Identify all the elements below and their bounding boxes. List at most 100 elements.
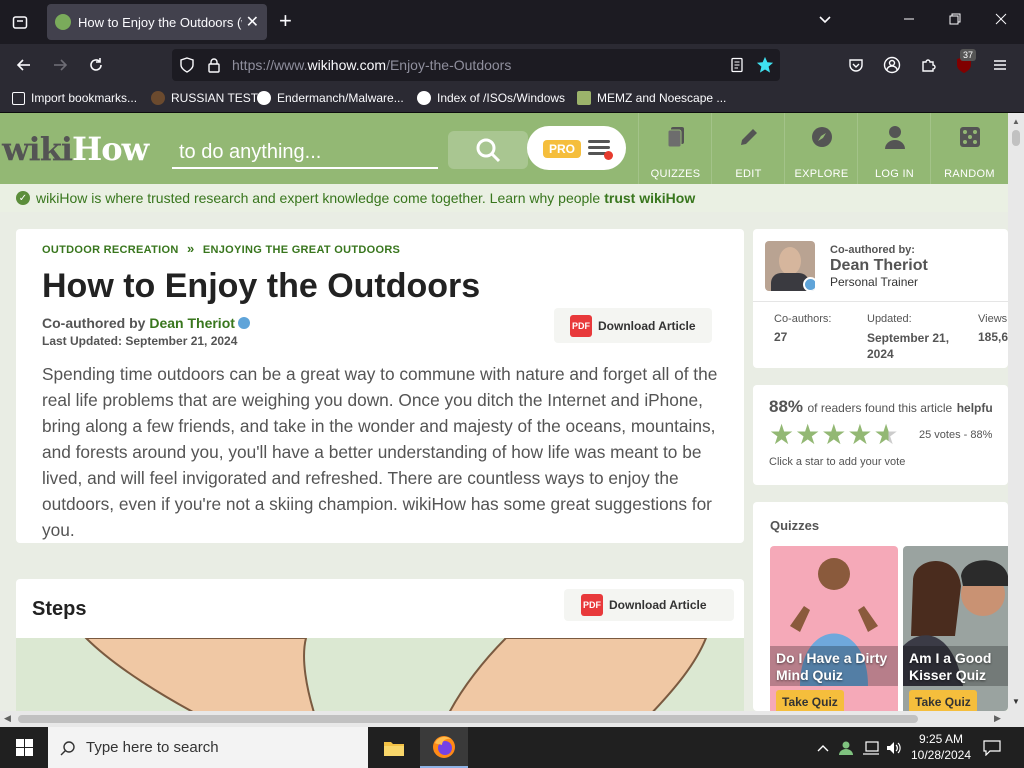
reader-view-icon[interactable] (729, 57, 745, 73)
pdf-icon: PDF (581, 594, 603, 616)
scroll-left-icon[interactable]: ◀ (4, 713, 11, 724)
vertical-scroll-thumb[interactable] (1012, 130, 1020, 146)
back-button[interactable] (12, 53, 36, 77)
forward-arrow-icon (54, 59, 68, 71)
network-tray-icon[interactable] (860, 727, 882, 768)
lock-icon[interactable] (206, 57, 222, 73)
quiz-card-dirty-mind[interactable]: Do I Have a Dirty Mind Quiz Take Quiz (770, 546, 898, 711)
pro-badge: PRO (543, 140, 581, 158)
windows-logo-icon (15, 739, 33, 756)
breadcrumb-enjoying-outdoors[interactable]: ENJOYING THE GREAT OUTDOORS (203, 244, 400, 256)
ublock-extension-button[interactable]: 37 (952, 49, 977, 77)
reload-button[interactable] (84, 53, 108, 77)
verified-badge-icon (237, 317, 250, 329)
file-explorer-taskbar-button[interactable] (370, 727, 418, 768)
firefox-taskbar-button[interactable] (420, 727, 468, 768)
nav-quizzes[interactable]: QUIZZES (638, 113, 712, 184)
horizontal-scrollbar[interactable]: ◀ ▶ (0, 711, 1008, 727)
bookmark-import[interactable]: Import bookmarks... (12, 91, 137, 105)
take-quiz-button[interactable]: Take Quiz (909, 690, 977, 711)
bookmark-russian-test[interactable]: RUSSIAN TEST (151, 91, 258, 105)
star-icon[interactable]: ★ (821, 421, 846, 449)
step-illustration (16, 637, 744, 711)
pocket-icon (849, 59, 863, 72)
breadcrumb: OUTDOOR RECREATION » ENJOYING THE GREAT … (42, 241, 401, 256)
bookmark-star-icon[interactable] (756, 56, 774, 74)
url-text[interactable]: https://www.wikihow.com/Enjoy-the-Outdoo… (232, 57, 511, 73)
take-quiz-button[interactable]: Take Quiz (776, 690, 844, 711)
nav-random[interactable]: RANDOM (930, 113, 1008, 184)
quiz-card-good-kisser[interactable]: Am I a Good Kisser Quiz Take Quiz (903, 546, 1008, 711)
breadcrumb-outdoor-recreation[interactable]: OUTDOOR RECREATION (42, 244, 179, 256)
restore-button[interactable] (949, 12, 961, 28)
sidebar-author-name[interactable]: Dean Theriot (830, 257, 928, 275)
steps-download-article-button[interactable]: PDF Download Article (564, 589, 734, 621)
people-tray-icon[interactable] (836, 727, 856, 768)
taskbar-clock[interactable]: 9:25 AM 10/28/2024 (906, 731, 976, 763)
star-icon[interactable]: ★ (769, 421, 794, 449)
wikihow-logo[interactable]: wikiHow (2, 130, 149, 168)
address-bar[interactable]: https://www.wikihow.com/Enjoy-the-Outdoo… (172, 49, 780, 81)
download-article-button[interactable]: PDF Download Article (554, 308, 712, 343)
bookmark-isos[interactable]: Index of /ISOs/Windows (417, 91, 565, 105)
new-tab-button[interactable]: + (279, 10, 292, 32)
active-tab[interactable]: How to Enjoy the Outdoors (wit ✕ (47, 4, 267, 40)
scroll-down-icon[interactable]: ▼ (1012, 697, 1020, 706)
author-avatar[interactable] (765, 241, 815, 291)
pocket-button[interactable] (844, 53, 868, 77)
scroll-up-icon[interactable]: ▲ (1012, 117, 1020, 126)
author-link[interactable]: Dean Theriot (149, 315, 235, 331)
tab-list-button[interactable] (8, 10, 32, 34)
search-icon (60, 740, 75, 755)
shield-icon[interactable] (179, 57, 195, 73)
notifications-button[interactable] (980, 727, 1004, 768)
start-button[interactable] (0, 727, 48, 768)
app-menu-button[interactable] (988, 53, 1012, 77)
user-status-icon (839, 741, 853, 755)
helpful-rating: 88% of readers found this article helpfu (769, 397, 993, 416)
pdf-icon: PDF (570, 314, 592, 337)
search-button[interactable] (448, 131, 528, 169)
extensions-button[interactable] (916, 53, 940, 77)
chevron-down-icon (819, 16, 831, 24)
last-updated: Last Updated: September 21, 2024 (42, 334, 238, 348)
account-button[interactable] (880, 53, 904, 77)
pro-menu-button[interactable]: PRO (527, 126, 626, 170)
star-icon[interactable]: ★ (795, 421, 820, 449)
tab-title: How to Enjoy the Outdoors (wit (78, 14, 242, 30)
bookmark-memz[interactable]: MEMZ and Noescape ... (577, 91, 726, 105)
nav-explore[interactable]: EXPLORE (784, 113, 858, 184)
nav-login[interactable]: LOG IN (857, 113, 931, 184)
coauthor-card: Co-authored by: Dean Theriot Personal Tr… (753, 229, 1008, 368)
quiz-title: Am I a Good Kisser Quiz (909, 650, 992, 683)
list-all-tabs-button[interactable] (817, 12, 833, 33)
half-star-icon[interactable]: ★ (873, 421, 898, 449)
nav-edit[interactable]: EDIT (711, 113, 785, 184)
stat-updated: Updated: September 21, 2024 (867, 313, 950, 361)
pencil-icon (740, 129, 757, 145)
hamburger-menu-icon (994, 60, 1006, 70)
scroll-right-icon[interactable]: ▶ (994, 713, 1001, 724)
search-input[interactable]: to do anything... (172, 135, 438, 169)
trust-wikihow-link[interactable]: trust wikiHow (604, 190, 695, 206)
account-icon (883, 56, 901, 74)
step-illustration-image (83, 637, 708, 711)
horizontal-scroll-thumb[interactable] (18, 715, 918, 723)
minimize-button[interactable] (903, 12, 915, 28)
wikihow-favicon (55, 14, 71, 30)
star-icon[interactable]: ★ (847, 421, 872, 449)
taskbar-search[interactable]: Type here to search (48, 727, 368, 768)
bookmark-endermanch[interactable]: Endermanch/Malware... (257, 91, 404, 105)
close-window-button[interactable] (995, 12, 1007, 28)
webpage-viewport: wikiHow to do anything... PRO QUIZZES ED… (0, 113, 1008, 711)
star-rating[interactable]: ★ ★ ★ ★ ★ (769, 421, 900, 449)
navigation-toolbar: https://www.wikihow.com/Enjoy-the-Outdoo… (0, 44, 1024, 86)
network-icon (863, 740, 879, 755)
volume-tray-icon[interactable] (884, 727, 904, 768)
forward-button[interactable] (48, 53, 72, 77)
notification-icon (983, 739, 1001, 756)
tab-close-icon[interactable]: ✕ (246, 12, 259, 32)
show-hidden-icons[interactable] (814, 727, 832, 768)
vertical-scrollbar[interactable]: ▲ ▼ (1008, 113, 1024, 711)
reload-icon (90, 58, 102, 71)
